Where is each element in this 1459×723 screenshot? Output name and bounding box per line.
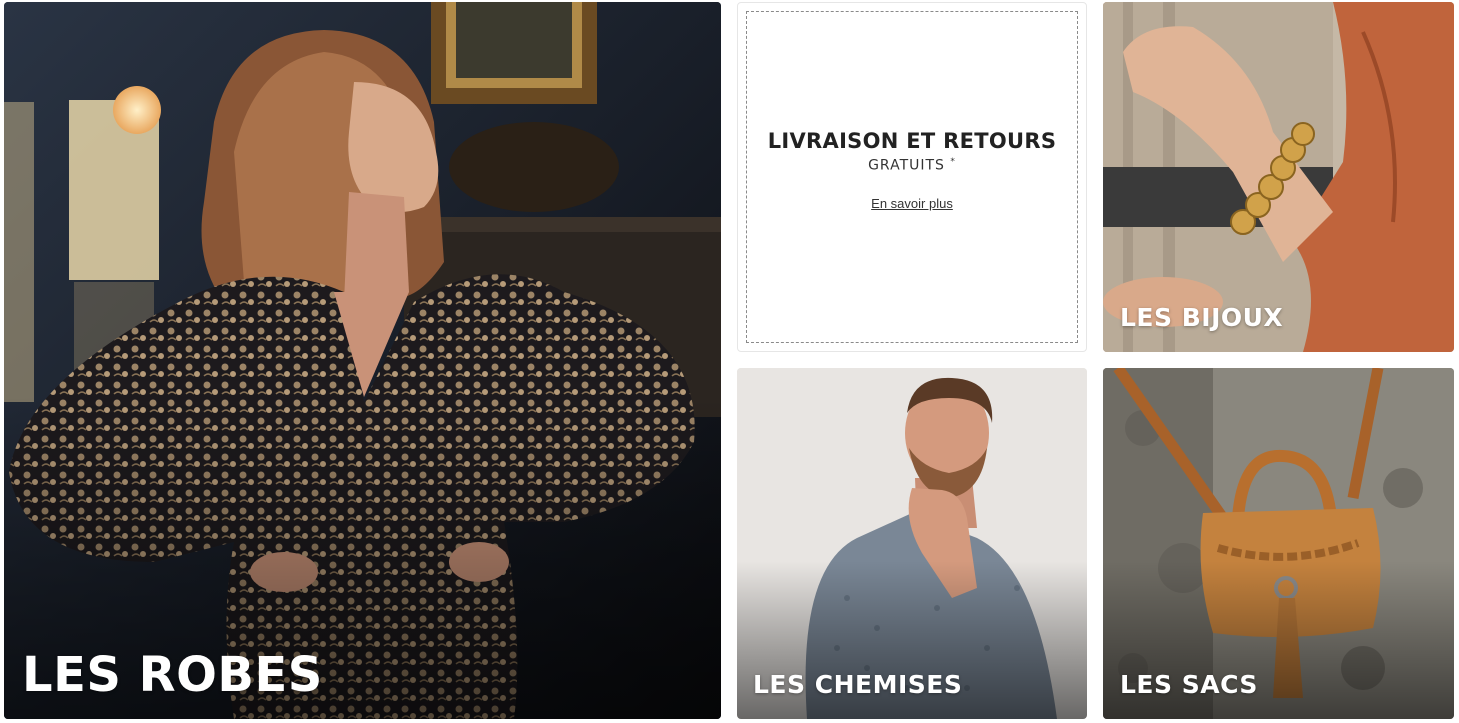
promo-title: LIVRAISON ET RETOURS <box>767 129 1057 154</box>
promo-asterisk: * <box>950 157 956 168</box>
promo-tile-free-delivery: LIVRAISON ET RETOURS GRATUITS * En savoi… <box>737 2 1087 352</box>
tile-label-sacs[interactable]: LES SACS <box>1120 670 1258 699</box>
bijoux-photo <box>1103 2 1454 352</box>
tile-label-bijoux[interactable]: LES BIJOUX <box>1120 303 1283 332</box>
tile-label-robes[interactable]: LES ROBES <box>22 647 323 703</box>
category-tile-sacs[interactable]: LES SACS <box>1103 368 1454 719</box>
tile-label-chemises[interactable]: LES CHEMISES <box>753 670 962 699</box>
category-tile-chemises[interactable]: LES CHEMISES <box>737 368 1087 719</box>
category-tile-bijoux[interactable]: LES BIJOUX <box>1103 2 1454 352</box>
category-tile-robes[interactable]: LES ROBES <box>4 2 721 719</box>
promo-subtitle-text: GRATUITS <box>868 157 945 174</box>
promo-subtitle: GRATUITS * <box>868 157 956 174</box>
learn-more-link[interactable]: En savoir plus <box>871 196 953 211</box>
promo-dashed-frame: LIVRAISON ET RETOURS GRATUITS * En savoi… <box>746 11 1078 343</box>
